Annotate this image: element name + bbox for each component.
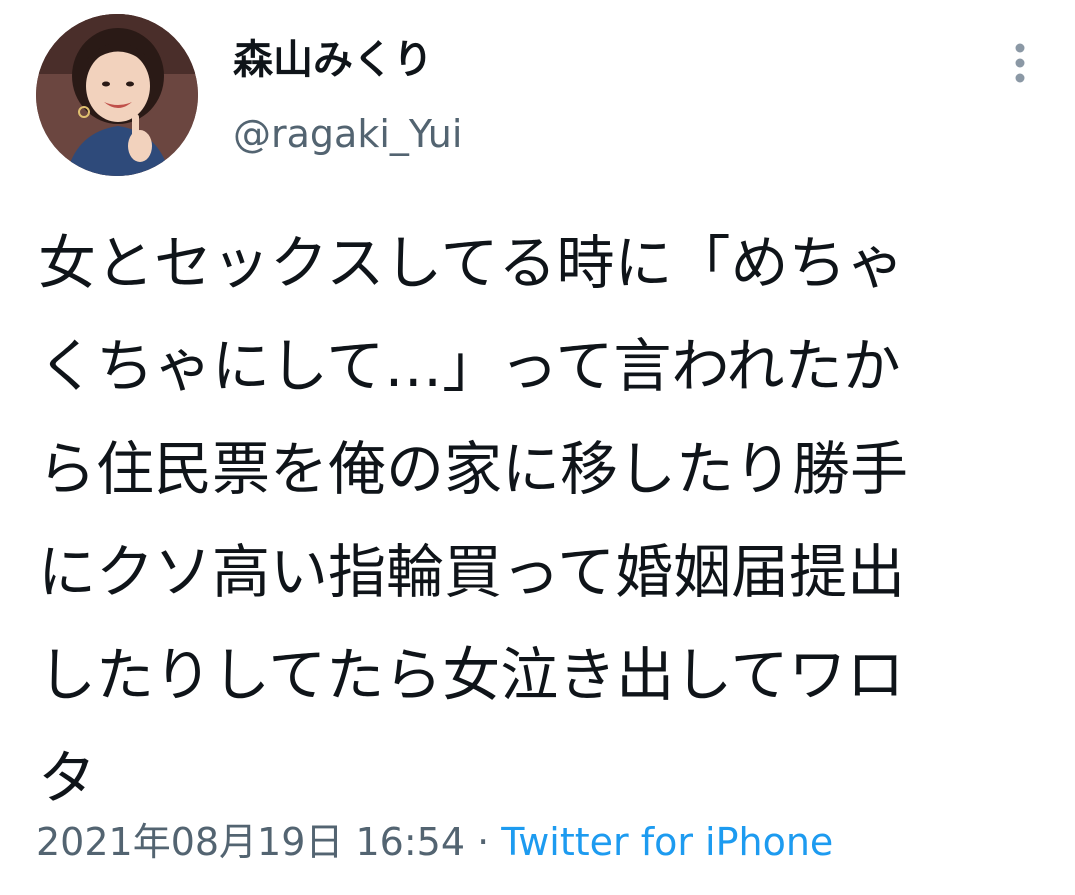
- author-display-name[interactable]: 森山みくり: [233, 36, 433, 84]
- meta-separator: ·: [465, 820, 502, 864]
- tweet-text-line: 女とセックスしてる時に「めちゃ: [38, 229, 905, 297]
- tweet-text-line: ら住民票を俺の家に移したり勝手: [38, 435, 909, 503]
- tweet-text-line: したりしてたら女泣き出してワロ: [38, 641, 905, 709]
- more-options-button[interactable]: [1000, 38, 1040, 88]
- tweet: 森山みくり @ragaki_Yui 女とセックスしてる時に「めちゃ くちゃにして…: [0, 0, 1075, 895]
- tweet-text-line: タ: [38, 744, 97, 812]
- tweet-text-line: にクソ高い指輪買って婚姻届提出: [38, 538, 906, 606]
- more-vertical-icon: [1015, 43, 1025, 83]
- tweet-text-line: くちゃにして…」って言われたか: [38, 332, 901, 400]
- profile-photo-icon: [36, 14, 198, 176]
- tweet-text: 女とセックスしてる時に「めちゃ くちゃにして…」って言われたか ら住民票を俺の家…: [38, 212, 1038, 830]
- tweet-source-link[interactable]: Twitter for iPhone: [501, 820, 833, 864]
- tweet-meta: 2021年08月19日 16:54 · Twitter for iPhone: [36, 818, 833, 866]
- avatar[interactable]: [36, 14, 198, 176]
- author-handle[interactable]: @ragaki_Yui: [233, 110, 462, 158]
- tweet-timestamp[interactable]: 2021年08月19日 16:54: [36, 820, 465, 864]
